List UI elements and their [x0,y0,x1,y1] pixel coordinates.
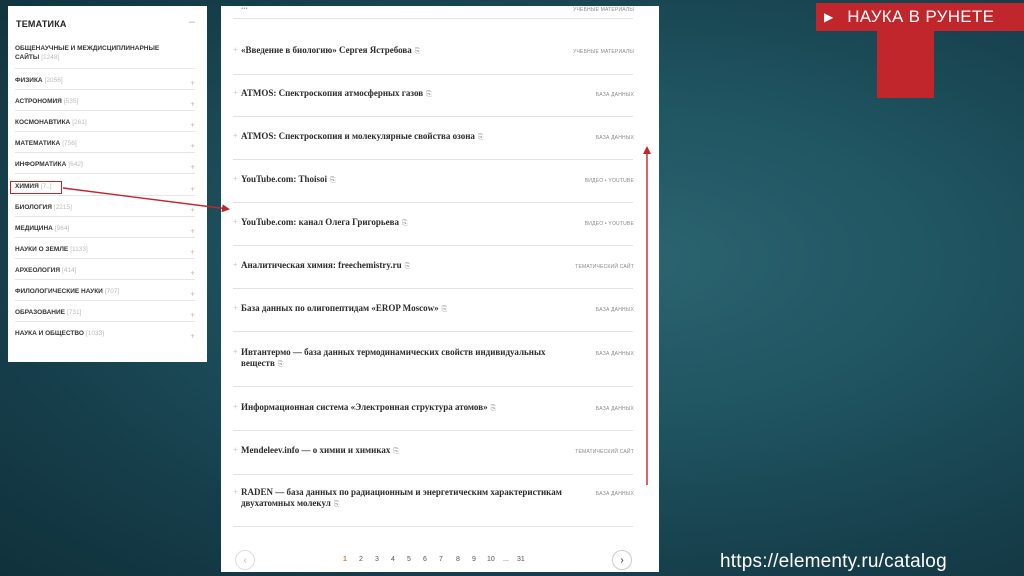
play-arrow-icon: ▶ [824,10,834,24]
section-title: НАУКА В РУНЕТЕ [847,7,995,26]
badge-accent-bar [877,30,934,98]
annotation-arrows [62,146,651,485]
arrow-to-list [62,187,230,213]
source-url[interactable]: https://elementy.ru/catalog [720,551,947,573]
section-title-badge: ▶ НАУКА В РУНЕТЕ [816,3,1024,31]
